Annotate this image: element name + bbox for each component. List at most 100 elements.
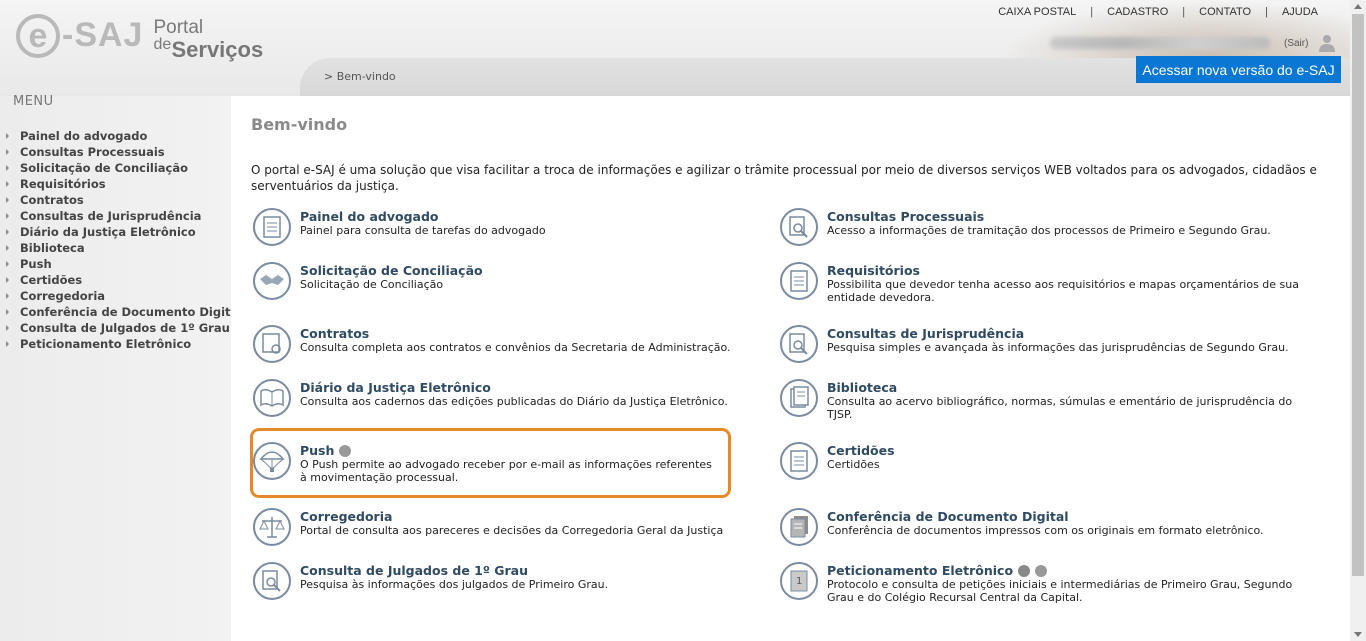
parachute-icon bbox=[253, 442, 291, 480]
user-area: (Sair) bbox=[1050, 34, 1345, 52]
logo-e: e bbox=[16, 14, 60, 58]
service-title[interactable]: Consulta de Julgados de 1º Grau bbox=[300, 563, 608, 578]
service-description: Acesso a informações de tramitação dos p… bbox=[827, 224, 1271, 237]
service-requisitorios[interactable]: Requisitórios Possibilita que devedor te… bbox=[780, 262, 1307, 304]
service-description: Painel para consulta de tarefas do advog… bbox=[300, 224, 546, 237]
scales-icon bbox=[253, 508, 291, 546]
service-certidoes[interactable]: Certidões Certidões bbox=[780, 442, 895, 480]
sidebar-item-conferencia-de-documento-digital[interactable]: Conferência de Documento Digital bbox=[0, 304, 242, 320]
service-description: Protocolo e consulta de petições iniciai… bbox=[827, 578, 1293, 604]
logo-saj: -SAJ bbox=[62, 16, 144, 54]
service-description: O Push permite ao advogado receber por e… bbox=[300, 458, 712, 484]
sidebar-item-contratos[interactable]: Contratos bbox=[0, 192, 242, 208]
service-description: Pesquisa às informações dos julgados de … bbox=[300, 578, 609, 591]
sidebar: MENU Painel do advogado Consultas Proces… bbox=[0, 94, 242, 641]
service-contratos[interactable]: Contratos Consulta completa aos contrato… bbox=[253, 325, 731, 363]
page-scrollbar[interactable] bbox=[1350, 0, 1366, 641]
magnifier-doc-icon bbox=[253, 562, 291, 600]
menu-list: Painel do advogado Consultas Processuais… bbox=[0, 128, 242, 352]
handshake-icon bbox=[253, 262, 291, 300]
books-icon bbox=[780, 379, 818, 417]
sidebar-item-push[interactable]: Push bbox=[0, 256, 242, 272]
service-description: Portal de consulta aos pareceres e decis… bbox=[300, 524, 724, 537]
sidebar-item-consultas-processuais[interactable]: Consultas Processuais bbox=[0, 144, 242, 160]
service-description: Solicitação de Conciliação bbox=[300, 278, 444, 291]
user-icon bbox=[1319, 35, 1336, 52]
service-title[interactable]: Corregedoria bbox=[300, 509, 723, 524]
logout-link[interactable]: (Sair) bbox=[1284, 38, 1308, 49]
link-contato[interactable]: CONTATO bbox=[1185, 6, 1265, 18]
service-description: Consulta aos cadernos das edições public… bbox=[300, 395, 728, 408]
magnifier-doc-icon bbox=[780, 208, 818, 246]
service-diario-da-justica[interactable]: Diário da Justiça Eletrônico Consulta ao… bbox=[253, 379, 728, 417]
scroll-down-arrow-icon[interactable] bbox=[1354, 632, 1362, 637]
magnifier-doc-icon bbox=[780, 325, 818, 363]
service-title[interactable]: Push bbox=[300, 443, 720, 458]
service-description: Consulta completa aos contratos e convên… bbox=[300, 341, 731, 354]
service-title[interactable]: Contratos bbox=[300, 326, 731, 341]
intro-text: O portal e-SAJ é uma solução que visa fa… bbox=[251, 163, 1317, 193]
service-title[interactable]: Diário da Justiça Eletrônico bbox=[300, 380, 728, 395]
service-title[interactable]: Requisitórios bbox=[827, 263, 1307, 278]
user-name-redacted bbox=[1050, 37, 1270, 49]
service-description: Certidões bbox=[827, 458, 880, 471]
petition-icon: 1 bbox=[780, 562, 818, 600]
logo-servicos: Serviços bbox=[171, 37, 264, 62]
service-consultas-de-jurisprudencia[interactable]: Consultas de Jurisprudência Pesquisa sim… bbox=[780, 325, 1289, 363]
user-badge-icon bbox=[339, 444, 352, 457]
sidebar-item-consulta-de-julgados[interactable]: Consulta de Julgados de 1º Grau bbox=[0, 320, 242, 336]
service-biblioteca[interactable]: Biblioteca Consulta ao acervo bibliográf… bbox=[780, 379, 1307, 421]
service-title[interactable]: Conferência de Documento Digital bbox=[827, 509, 1264, 524]
logo-portal-text: Portal de Serviços bbox=[153, 18, 263, 61]
sidebar-item-painel-do-advogado[interactable]: Painel do advogado bbox=[0, 128, 242, 144]
menu-title: MENU bbox=[13, 94, 54, 109]
service-painel-do-advogado[interactable]: Painel do advogado Painel para consulta … bbox=[253, 208, 546, 246]
stacked-docs-icon bbox=[780, 508, 818, 546]
oab-badge-icon bbox=[1018, 564, 1031, 577]
sidebar-item-biblioteca[interactable]: Biblioteca bbox=[0, 240, 242, 256]
service-title[interactable]: Certidões bbox=[827, 443, 895, 458]
lock-badge-icon bbox=[1035, 564, 1048, 577]
service-push[interactable]: Push O Push permite ao advogado receber … bbox=[253, 442, 720, 484]
service-title-text[interactable]: Peticionamento Eletrônico bbox=[827, 563, 1013, 578]
service-title[interactable]: Painel do advogado bbox=[300, 209, 546, 224]
scroll-up-arrow-icon[interactable] bbox=[1354, 4, 1362, 9]
sidebar-item-peticionamento-eletronico[interactable]: Peticionamento Eletrônico bbox=[0, 336, 242, 352]
esaj-logo[interactable]: e -SAJ Portal de Serviços bbox=[16, 14, 263, 62]
scrollbar-thumb[interactable] bbox=[1352, 14, 1364, 576]
service-title[interactable]: Peticionamento Eletrônico bbox=[827, 563, 1307, 578]
open-book-icon bbox=[253, 379, 291, 417]
service-consultas-processuais[interactable]: Consultas Processuais Acesso a informaçõ… bbox=[780, 208, 1271, 246]
svg-text:1: 1 bbox=[796, 576, 802, 587]
service-title-text[interactable]: Push bbox=[300, 443, 334, 458]
certificate-icon bbox=[253, 325, 291, 363]
logo-portal: Portal bbox=[153, 17, 204, 38]
service-title[interactable]: Biblioteca bbox=[827, 380, 1307, 395]
sidebar-item-consultas-de-jurisprudencia[interactable]: Consultas de Jurisprudência bbox=[0, 208, 242, 224]
sidebar-item-certidoes[interactable]: Certidões bbox=[0, 272, 242, 288]
service-description: Pesquisa simples e avançada às informaçõ… bbox=[827, 341, 1289, 354]
document-icon bbox=[780, 262, 818, 300]
top-links: CAIXA POSTAL | CADASTRO | CONTATO | AJUD… bbox=[984, 6, 1332, 18]
sidebar-item-corregedoria[interactable]: Corregedoria bbox=[0, 288, 242, 304]
service-description: Consulta ao acervo bibliográfico, normas… bbox=[827, 395, 1293, 421]
link-cadastro[interactable]: CADASTRO bbox=[1093, 6, 1182, 18]
breadcrumb: > Bem-vindo bbox=[324, 70, 396, 83]
service-corregedoria[interactable]: Corregedoria Portal de consulta aos pare… bbox=[253, 508, 723, 546]
link-caixa-postal[interactable]: CAIXA POSTAL bbox=[984, 6, 1090, 18]
service-title[interactable]: Consultas de Jurisprudência bbox=[827, 326, 1289, 341]
service-title[interactable]: Solicitação de Conciliação bbox=[300, 263, 483, 278]
service-title[interactable]: Consultas Processuais bbox=[827, 209, 1271, 224]
sidebar-item-diario-da-justica[interactable]: Diário da Justiça Eletrônico bbox=[0, 224, 242, 240]
service-solicitacao-de-conciliacao[interactable]: Solicitação de Conciliação Solicitação d… bbox=[253, 262, 483, 300]
new-version-button[interactable]: Acessar nova versão do e-SAJ bbox=[1136, 56, 1341, 83]
sidebar-item-requisitorios[interactable]: Requisitórios bbox=[0, 176, 242, 192]
service-consulta-de-julgados[interactable]: Consulta de Julgados de 1º Grau Pesquisa… bbox=[253, 562, 608, 600]
sidebar-item-solicitacao-de-conciliacao[interactable]: Solicitação de Conciliação bbox=[0, 160, 242, 176]
service-peticionamento-eletronico[interactable]: 1 Peticionamento Eletrônico Protocolo e … bbox=[780, 562, 1307, 604]
link-ajuda[interactable]: AJUDA bbox=[1268, 6, 1332, 18]
service-description: Conferência de documentos impressos com … bbox=[827, 524, 1264, 537]
document-icon bbox=[253, 208, 291, 246]
service-conferencia-de-documento-digital[interactable]: Conferência de Documento Digital Conferê… bbox=[780, 508, 1264, 546]
service-description: Possibilita que devedor tenha acesso aos… bbox=[827, 278, 1300, 304]
